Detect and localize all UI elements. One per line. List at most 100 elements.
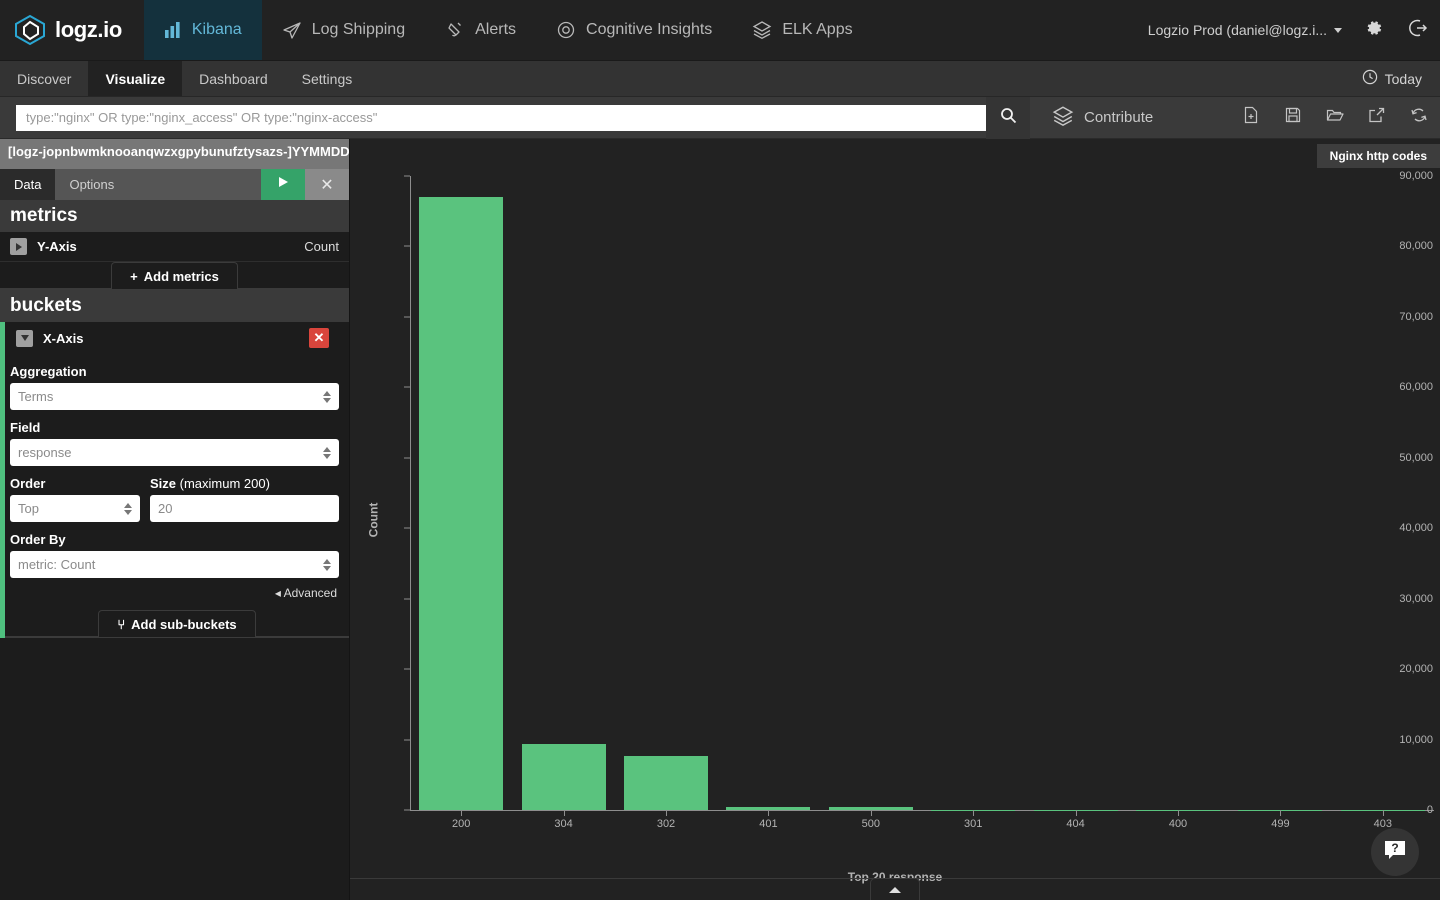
visualization-editor-sidebar: [logz-jopnbwmknooanqwzxgpybunufztysazs-]… [0, 139, 350, 900]
nav-label-cognitive-insights: Cognitive Insights [586, 21, 713, 38]
advanced-label: Advanced [283, 586, 337, 600]
field-select[interactable]: response [10, 439, 339, 466]
save-button[interactable] [1272, 97, 1314, 139]
search-icon [1000, 107, 1017, 129]
order-value: Top [18, 501, 39, 516]
time-picker-button[interactable]: Today [1344, 61, 1440, 96]
x-axis-tick-mark [1280, 810, 1282, 816]
y-axis-tick-label: 10,000 [1399, 733, 1433, 746]
y-axis-tick-mark [404, 668, 410, 670]
main-content: [logz-jopnbwmknooanqwzxgpybunufztysazs-]… [0, 139, 1440, 900]
help-bubble-icon: ? [1382, 837, 1408, 868]
advanced-toggle[interactable]: ◂ Advanced [10, 578, 339, 602]
aggregation-select[interactable]: Terms [10, 383, 339, 410]
search-submit-button[interactable] [986, 96, 1030, 139]
gear-icon [1364, 18, 1384, 43]
svg-text:?: ? [1391, 841, 1398, 855]
x-axis-tick-label: 499 [1271, 818, 1290, 830]
aggregation-value: Terms [18, 389, 54, 404]
panel-tab-data[interactable]: Data [0, 169, 56, 200]
chevron-down-icon [1334, 27, 1342, 33]
bar-chart: 0 10,000 20,000 30,000 40,000 50,000 60,000 70,… [350, 139, 1440, 900]
bar-302[interactable] [624, 755, 708, 810]
open-button[interactable] [1314, 97, 1356, 139]
branch-icon: ⑂ [117, 616, 126, 632]
bucket-axis-label: X-Axis [43, 330, 84, 346]
tab-label-dashboard: Dashboard [199, 70, 268, 87]
close-icon: ✕ [313, 330, 325, 345]
add-metrics-button[interactable]: + Add metrics [111, 262, 238, 289]
order-select[interactable]: Top [10, 495, 140, 522]
bucket-header-row[interactable]: X-Axis ✕ [10, 322, 339, 354]
field-field-label: Field [10, 420, 41, 435]
tab-discover[interactable]: Discover [0, 61, 88, 96]
nav-item-alerts[interactable]: Alerts [425, 0, 536, 60]
x-axis-tick-label: 302 [656, 818, 676, 830]
nav-item-kibana[interactable]: Kibana [143, 0, 262, 60]
metric-row-y-axis[interactable]: Y-Axis Count [0, 232, 349, 262]
y-axis-tick-mark [404, 598, 410, 600]
size-input[interactable]: 20 [150, 495, 339, 522]
help-button[interactable]: ? [1371, 828, 1419, 876]
play-icon [276, 175, 290, 194]
x-axis-tick-label: 400 [1168, 818, 1188, 830]
apply-changes-button[interactable] [261, 169, 305, 200]
search-input[interactable] [16, 104, 986, 131]
settings-button[interactable] [1352, 0, 1396, 60]
panel-tab-data-label: Data [14, 177, 42, 192]
expand-toggle-icon[interactable] [10, 238, 27, 255]
spinner-arrows-icon [323, 446, 331, 459]
discard-changes-button[interactable]: ✕ [305, 169, 349, 200]
nav-item-log-shipping[interactable]: Log Shipping [262, 0, 425, 60]
remove-bucket-button[interactable]: ✕ [309, 328, 329, 348]
panel-tab-options[interactable]: Options [55, 169, 128, 200]
x-axis-tick-mark [666, 810, 667, 816]
y-axis-tick-mark [404, 739, 410, 741]
order-by-select[interactable]: metric: Count [10, 551, 339, 578]
y-axis-tick-mark [404, 386, 410, 388]
x-axis-tick-label: 304 [554, 818, 573, 830]
contribute-button[interactable]: Contribute [1052, 105, 1153, 131]
collapse-toggle-icon[interactable] [16, 329, 33, 347]
tab-label-discover: Discover [17, 70, 72, 87]
paper-plane-icon [282, 20, 302, 40]
index-pattern-title: [logz-jopnbwmknooanqwzxgpybunufztysazs-]… [0, 139, 349, 169]
x-axis-tick-mark [1075, 810, 1077, 816]
bar-200[interactable] [419, 197, 504, 810]
tab-visualize[interactable]: Visualize [88, 61, 183, 96]
refresh-button[interactable] [1398, 97, 1440, 139]
collapse-panel-button[interactable] [870, 878, 920, 900]
y-axis-tick-mark [404, 457, 410, 459]
top-navigation-bar: logz.io Kibana Log Shipping Alerts Cogni… [0, 0, 1440, 61]
new-visualization-button[interactable] [1230, 97, 1272, 139]
editor-panel-tabs: Data Options ✕ [0, 169, 349, 200]
tab-dashboard[interactable]: Dashboard [182, 61, 285, 96]
x-axis-tick-label: 301 [964, 818, 983, 830]
close-icon: ✕ [320, 176, 334, 194]
add-sub-buckets-button[interactable]: ⑂ Add sub-buckets [98, 610, 256, 637]
logout-icon [1408, 18, 1428, 43]
new-visualization-icon [1242, 106, 1260, 129]
strip-fill-right [255, 610, 349, 637]
logzio-logo[interactable]: logz.io [0, 0, 144, 60]
add-sub-buckets-strip: ⑂ Add sub-buckets [5, 610, 349, 638]
account-label: Logzio Prod (daniel@logz.i... [1147, 22, 1327, 38]
y-axis-tick-label: 60,000 [1399, 381, 1433, 394]
nav-item-cognitive-insights[interactable]: Cognitive Insights [536, 0, 732, 60]
chevron-left-icon: ◂ [274, 586, 281, 600]
y-axis-tick-mark [404, 175, 410, 177]
spinner-arrows-icon [124, 502, 132, 515]
open-folder-icon [1326, 106, 1344, 129]
y-axis-title: Count [366, 502, 381, 537]
y-axis-tick-mark [404, 809, 410, 811]
order-by-value: metric: Count [18, 557, 96, 572]
contribute-label: Contribute [1084, 109, 1154, 126]
nav-item-elk-apps[interactable]: ELK Apps [732, 0, 872, 60]
logout-button[interactable] [1396, 0, 1440, 60]
tab-settings[interactable]: Settings [285, 61, 370, 96]
bar-304[interactable] [521, 744, 606, 810]
share-button[interactable] [1356, 97, 1398, 139]
y-axis-tick-mark [404, 527, 410, 529]
metrics-heading: metrics [0, 200, 349, 232]
account-menu[interactable]: Logzio Prod (daniel@logz.i... [1138, 0, 1352, 60]
